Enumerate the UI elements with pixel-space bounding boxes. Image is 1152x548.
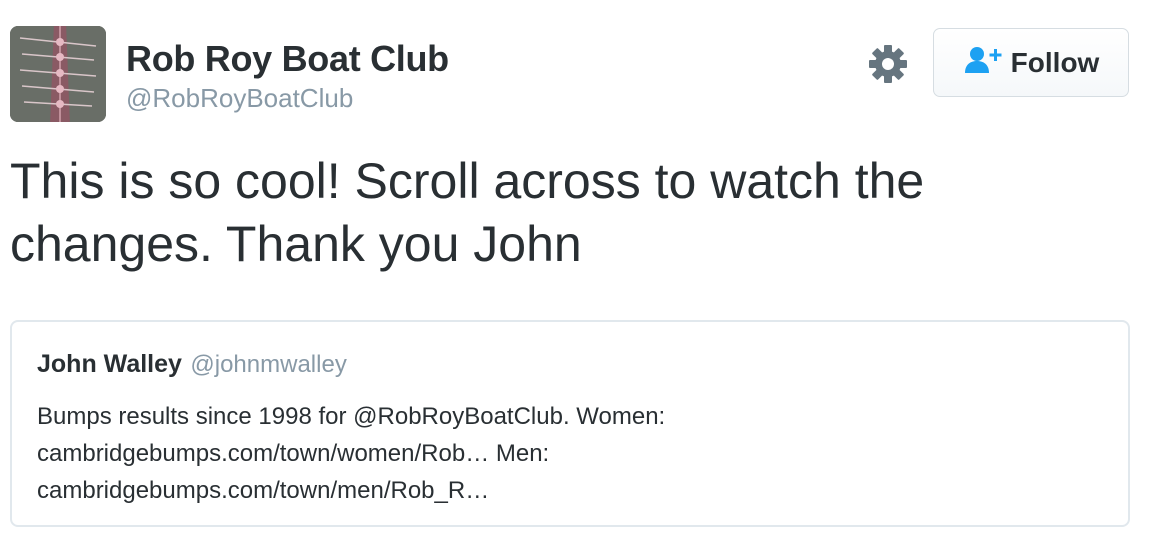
quoted-tweet[interactable]: John Walley @johnmwalley Bumps results s… xyxy=(10,320,1130,527)
author-name[interactable]: Rob Roy Boat Club xyxy=(126,38,449,80)
quoted-text-line: cambridgebumps.com/town/women/Rob… Men: xyxy=(37,440,550,467)
quoted-author-handle: @johnmwalley xyxy=(190,351,347,378)
follow-label: Follow xyxy=(1010,46,1100,78)
avatar-image xyxy=(10,26,106,122)
gear-icon[interactable] xyxy=(868,44,908,84)
quoted-text-line: cambridgebumps.com/town/men/Rob_R… xyxy=(37,477,490,504)
author-handle[interactable]: @RobRoyBoatClub xyxy=(126,83,353,114)
follow-button[interactable]: Follow xyxy=(933,28,1129,97)
quoted-header: John Walley @johnmwalley xyxy=(37,350,347,379)
quoted-author-name: John Walley xyxy=(37,350,182,378)
quoted-text: Bumps results since 1998 for @RobRoyBoat… xyxy=(37,398,1097,509)
add-user-icon xyxy=(963,45,1003,80)
tweet-text: This is so cool! Scroll across to watch … xyxy=(10,153,925,272)
avatar[interactable] xyxy=(10,26,106,122)
quoted-text-line: Bumps results since 1998 for @RobRoyBoat… xyxy=(37,403,666,430)
tweet-card: Rob Roy Boat Club @RobRoyBoatClub Follow… xyxy=(0,0,1152,548)
